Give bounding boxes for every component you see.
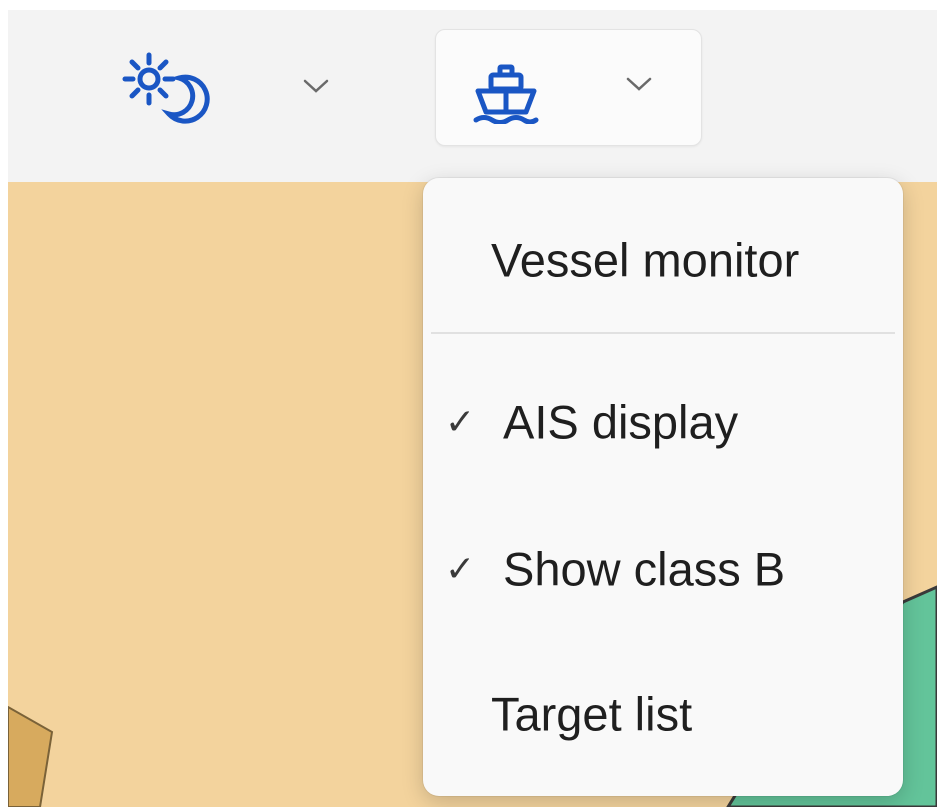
menu-item-show-class-b[interactable]: ✓ Show class B [423, 514, 903, 624]
menu-item-label: AIS display [503, 395, 739, 449]
toolbar [8, 10, 937, 182]
chevron-down-icon [626, 76, 652, 97]
chevron-down-icon [303, 78, 329, 99]
app-frame: Vessel monitor ✓ AIS display ✓ Show clas… [8, 10, 937, 807]
sun-moon-icon [117, 44, 227, 129]
ship-icon [472, 64, 542, 129]
menu-item-ais-display[interactable]: ✓ AIS display [423, 367, 903, 477]
menu-item-target-list[interactable]: Target list [423, 659, 903, 769]
menu-header-vessel-monitor: Vessel monitor [423, 205, 903, 315]
menu-divider [431, 332, 895, 334]
checkmark-icon: ✓ [445, 401, 476, 442]
vessel-dropdown-menu: Vessel monitor ✓ AIS display ✓ Show clas… [423, 178, 903, 796]
land-feature [8, 705, 54, 807]
menu-item-label: Target list [491, 687, 693, 741]
vessel-menu-button[interactable] [435, 29, 702, 146]
checkmark-icon: ✓ [445, 548, 476, 589]
theme-toggle-button[interactable] [103, 40, 353, 145]
menu-item-label: Show class B [503, 542, 786, 596]
menu-header-label: Vessel monitor [491, 233, 800, 287]
